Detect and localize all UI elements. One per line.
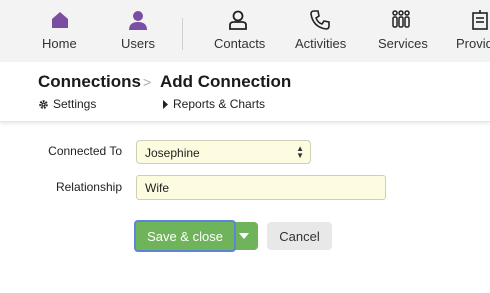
reports-charts-label: Reports & Charts (173, 97, 266, 111)
page-header: Connections > Add Connection Settings Re… (0, 62, 490, 122)
nav-label-services: Services (378, 36, 428, 51)
services-icon (392, 10, 410, 28)
cancel-button[interactable]: Cancel (267, 222, 332, 250)
nav-divider (182, 18, 183, 50)
page-title: Add Connection (160, 72, 292, 91)
nav-item-services[interactable]: Services (376, 0, 428, 62)
relationship-label: Relationship (55, 180, 122, 194)
nav-item-users[interactable]: Users (118, 0, 158, 62)
connected-to-label: Connected To (48, 144, 122, 158)
settings-label: Settings (53, 97, 97, 111)
nav-item-home[interactable]: Home (38, 0, 82, 62)
contacts-icon (229, 10, 247, 30)
caret-right-icon (163, 99, 168, 109)
breadcrumb-separator: > (143, 74, 152, 90)
relationship-input[interactable] (136, 175, 386, 200)
gear-icon (39, 99, 48, 109)
settings-link[interactable]: Settings (38, 97, 96, 111)
select-arrows-icon: ▲ ▼ (296, 144, 304, 160)
nav-label-users: Users (121, 36, 155, 51)
breadcrumb-connections[interactable]: Connections (38, 72, 141, 92)
nav-label-providers: Provid (456, 36, 490, 51)
chevron-down-icon (239, 233, 249, 239)
top-navigation: Home Users Contacts Activities Services … (0, 0, 490, 62)
connected-to-value: Josephine (145, 146, 200, 160)
reports-charts-link[interactable]: Reports & Charts (162, 97, 265, 111)
phone-icon (310, 10, 330, 30)
nav-label-contacts: Contacts (214, 36, 266, 51)
nav-label-home: Home (42, 36, 77, 51)
home-icon (52, 12, 68, 28)
save-close-button[interactable]: Save & close (134, 220, 236, 252)
user-icon (129, 11, 147, 30)
nav-item-activities[interactable]: Activities (293, 0, 349, 62)
nav-item-contacts[interactable]: Contacts (212, 0, 266, 62)
provider-icon (472, 10, 488, 30)
nav-item-providers[interactable]: Provid (454, 0, 490, 62)
connected-to-select[interactable]: Josephine ▲ ▼ (136, 140, 311, 164)
nav-label-activities: Activities (295, 36, 347, 51)
